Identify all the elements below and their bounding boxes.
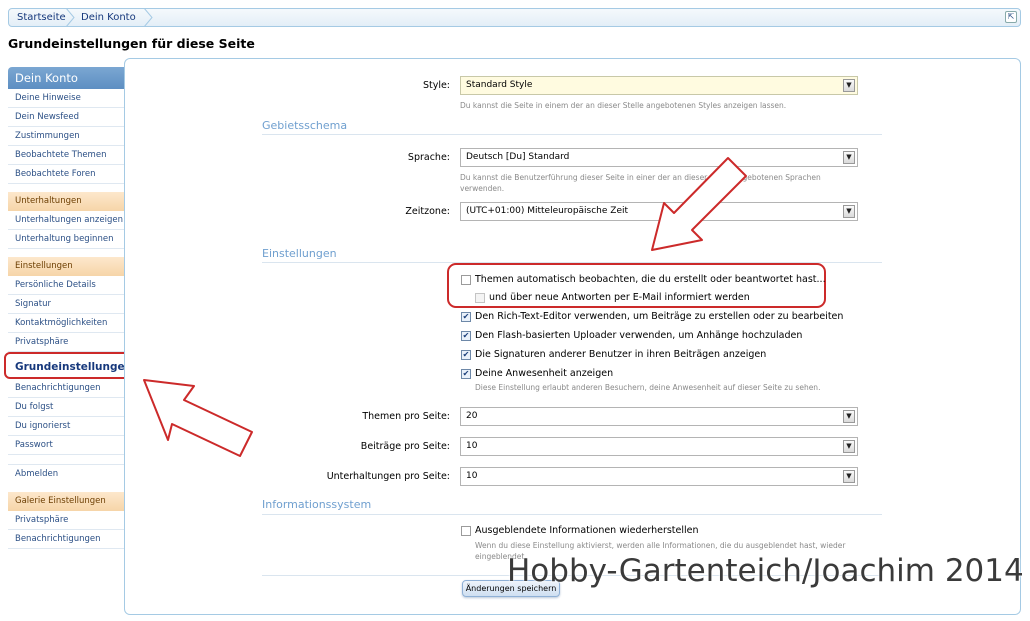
section-title-info: Informationssystem (262, 498, 372, 511)
sidebar-category-gallery: Galerie Einstellungen (8, 492, 124, 511)
conversations-per-page-label: Unterhaltungen pro Seite: (326, 471, 450, 482)
annotation-arrow-icon (143, 379, 253, 457)
posts-per-page-value: 10 (466, 441, 478, 451)
threads-per-page-select[interactable]: 20 ▼ (460, 407, 858, 426)
section-divider (262, 514, 882, 515)
annotation-arrow-icon (651, 157, 747, 251)
chevron-down-icon[interactable]: ▼ (843, 470, 855, 483)
sidebar-item-personal-details[interactable]: Persönliche Details (8, 276, 124, 295)
breadcrumb-account[interactable]: Dein Konto (81, 9, 136, 26)
sidebar-item-watched-forums[interactable]: Beobachtete Foren (8, 165, 124, 184)
checkmark-icon[interactable]: ✔ (461, 368, 471, 379)
conversations-per-page-select[interactable]: 10 ▼ (460, 467, 858, 486)
chevron-down-icon[interactable]: ▼ (843, 79, 855, 92)
breadcrumb: Startseite Dein Konto ⇱ (8, 8, 1021, 27)
posts-per-page-label: Beiträge pro Seite: (360, 441, 450, 452)
breadcrumb-home[interactable]: Startseite (17, 9, 66, 26)
sidebar-item-notifications[interactable]: Benachrichtigungen (8, 379, 124, 398)
email-notify-label: und über neue Antworten per E-Mail infor… (489, 292, 750, 303)
watch-threads-label: Themen automatisch beobachten, die du er… (475, 274, 826, 285)
breadcrumb-separator-icon (65, 8, 75, 27)
checkmark-icon[interactable]: ✔ (461, 330, 471, 341)
sidebar-item-alerts[interactable]: Deine Hinweise (8, 89, 124, 108)
sidebar-category-settings: Einstellungen (8, 257, 124, 276)
sidebar-item-ignoring[interactable]: Du ignorierst (8, 417, 124, 436)
restore-info-hint-line-1: Wenn du diese Einstellung aktivierst, we… (475, 541, 846, 550)
section-title-locale: Gebietsschema (262, 119, 348, 132)
chevron-down-icon[interactable]: ▼ (843, 205, 855, 218)
sidebar-item-gallery-privacy[interactable]: Privatsphäre (8, 511, 124, 530)
checkbox-unchecked-icon[interactable] (461, 274, 471, 285)
style-select[interactable]: Standard Style ▼ (460, 76, 858, 95)
restore-info-checkbox[interactable]: Ausgeblendete Informationen wiederherste… (461, 525, 699, 536)
presence-hint: Diese Einstellung erlaubt anderen Besuch… (475, 383, 821, 392)
sidebar-item-likes[interactable]: Zustimmungen (8, 127, 124, 146)
sidebar-item-contact[interactable]: Kontaktmöglichkeiten (8, 314, 124, 333)
sidebar-item-show-conversations[interactable]: Unterhaltungen anzeigen (8, 211, 124, 230)
conversations-per-page-value: 10 (466, 471, 478, 481)
watermark-text: Hobby-Gartenteich/Joachim 2014 (507, 553, 1024, 589)
email-notify-checkbox[interactable]: und über neue Antworten per E-Mail infor… (475, 292, 750, 303)
sidebar-item-gallery-notifications[interactable]: Benachrichtigungen (8, 530, 124, 549)
sidebar-item-start-conversation[interactable]: Unterhaltung beginnen (8, 230, 124, 249)
chevron-down-icon[interactable]: ▼ (843, 410, 855, 423)
sidebar-item-privacy[interactable]: Privatsphäre (8, 333, 124, 352)
checkbox-unchecked-icon[interactable] (461, 525, 471, 536)
style-value: Standard Style (466, 80, 533, 90)
sidebar-item-following[interactable]: Du folgst (8, 398, 124, 417)
section-divider (262, 134, 882, 135)
sidebar-item-signature[interactable]: Signatur (8, 295, 124, 314)
page-title: Grundeinstellungen für diese Seite (8, 36, 255, 51)
language-value: Deutsch [Du] Standard (466, 152, 570, 162)
flash-uploader-checkbox[interactable]: ✔ Den Flash-basierten Uploader verwenden… (461, 330, 802, 341)
sidebar-item-preferences[interactable]: Grundeinstellungen (4, 352, 134, 379)
threads-per-page-label: Themen pro Seite: (362, 411, 450, 422)
checkmark-icon[interactable]: ✔ (461, 349, 471, 360)
sidebar-item-logout[interactable]: Abmelden (8, 465, 124, 484)
sidebar-item-watched-threads[interactable]: Beobachtete Themen (8, 146, 124, 165)
chevron-down-icon[interactable]: ▼ (843, 151, 855, 164)
sidebar-header[interactable]: Dein Konto (8, 67, 124, 89)
rte-checkbox[interactable]: ✔ Den Rich-Text-Editor verwenden, um Bei… (461, 311, 843, 322)
section-title-settings: Einstellungen (262, 247, 337, 260)
rte-label: Den Rich-Text-Editor verwenden, um Beitr… (475, 311, 844, 322)
sidebar-item-password[interactable]: Passwort (8, 436, 124, 455)
flash-uploader-label: Den Flash-basierten Uploader verwenden, … (475, 330, 803, 341)
breadcrumb-separator-icon (143, 8, 153, 27)
timezone-label: Zeitzone: (405, 206, 450, 217)
posts-per-page-select[interactable]: 10 ▼ (460, 437, 858, 456)
checkmark-icon[interactable]: ✔ (461, 311, 471, 322)
signatures-label: Die Signaturen anderer Benutzer in ihren… (475, 349, 767, 360)
presence-checkbox[interactable]: ✔ Deine Anwesenheit anzeigen (461, 368, 613, 379)
presence-label: Deine Anwesenheit anzeigen (475, 368, 614, 379)
threads-per-page-value: 20 (466, 411, 478, 421)
style-hint: Du kannst die Seite in einem der an dies… (460, 101, 787, 110)
restore-info-label: Ausgeblendete Informationen wiederherste… (475, 525, 699, 536)
timezone-value: (UTC+01:00) Mitteleuropäische Zeit (466, 206, 629, 216)
sidebar-category-conversations: Unterhaltungen (8, 192, 124, 211)
sidebar-item-newsfeed[interactable]: Dein Newsfeed (8, 108, 124, 127)
style-label: Style: (422, 80, 450, 91)
sidebar: Dein Konto Deine Hinweise Dein Newsfeed … (4, 67, 134, 549)
language-label: Sprache: (407, 152, 450, 163)
sidebar-spacer (8, 455, 124, 465)
checkbox-unchecked-icon[interactable] (475, 292, 485, 303)
external-link-icon[interactable]: ⇱ (1005, 11, 1017, 23)
chevron-down-icon[interactable]: ▼ (843, 440, 855, 453)
signatures-checkbox[interactable]: ✔ Die Signaturen anderer Benutzer in ihr… (461, 349, 766, 360)
watch-threads-checkbox[interactable]: Themen automatisch beobachten, die du er… (461, 274, 826, 285)
